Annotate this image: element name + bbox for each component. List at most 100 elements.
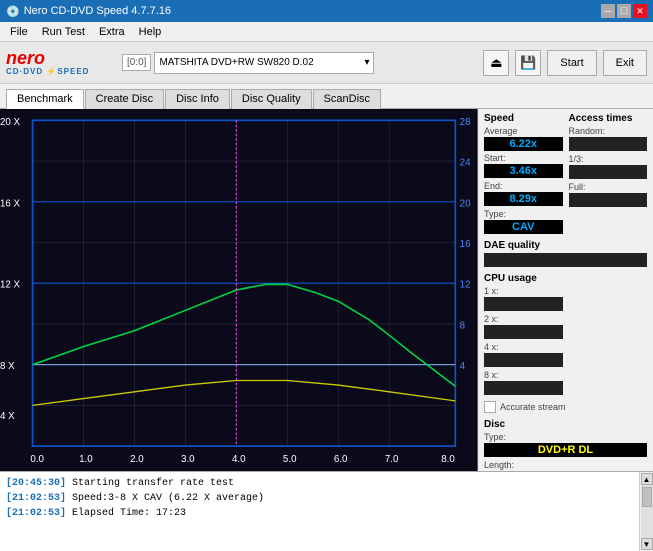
app-icon: 💿 (6, 5, 20, 18)
access-times-section: Access times Random: 1/3: Full: (569, 113, 648, 234)
tab-bar: Benchmark Create Disc Disc Info Disc Qua… (0, 84, 653, 109)
disc-section: Disc Type: DVD+R DL Length: 7.96 GB (484, 419, 647, 471)
save-button[interactable]: 💾 (515, 50, 541, 76)
menu-run-test[interactable]: Run Test (36, 24, 91, 40)
title-bar-left: 💿 Nero CD-DVD Speed 4.7.7.16 (6, 5, 171, 18)
cpu-8x-label: 8 x: (484, 370, 499, 380)
svg-text:20: 20 (460, 198, 471, 209)
svg-text:1.0: 1.0 (79, 454, 93, 465)
log-timestamp-2: [21:02:53] (6, 508, 66, 519)
tab-benchmark[interactable]: Benchmark (6, 89, 84, 109)
svg-text:20 X: 20 X (0, 117, 20, 128)
cpu-title: CPU usage (484, 273, 563, 284)
menu-extra[interactable]: Extra (93, 24, 131, 40)
tab-create-disc[interactable]: Create Disc (85, 89, 164, 109)
full-value (569, 193, 648, 207)
cpu-section: CPU usage 1 x: 2 x: 4 x: 8 x: (484, 273, 563, 395)
menu-bar: File Run Test Extra Help (0, 22, 653, 42)
log-scrollbar[interactable]: ▲ ▼ (639, 472, 653, 551)
svg-text:8.0: 8.0 (441, 454, 455, 465)
menu-help[interactable]: Help (133, 24, 168, 40)
speed-title: Speed (484, 113, 563, 124)
svg-text:12: 12 (460, 280, 471, 291)
svg-text:0.0: 0.0 (30, 454, 44, 465)
log-message-1: Speed:3-8 X CAV (6.22 X average) (72, 493, 264, 504)
minimize-button[interactable]: ─ (601, 4, 615, 18)
title-bar-controls: ─ ☐ ✕ (601, 4, 647, 18)
svg-text:2.0: 2.0 (130, 454, 144, 465)
cpu-4x-value (484, 353, 563, 367)
disc-title: Disc (484, 419, 647, 430)
log-entry-1: [21:02:53] Speed:3-8 X CAV (6.22 X avera… (6, 491, 629, 506)
tab-disc-quality[interactable]: Disc Quality (231, 89, 312, 109)
svg-text:4 X: 4 X (0, 411, 15, 422)
exit-button[interactable]: Exit (603, 50, 647, 76)
tab-scan-disc[interactable]: ScanDisc (313, 89, 381, 109)
start-button[interactable]: Start (547, 50, 596, 76)
accurate-stream-checkbox[interactable] (484, 401, 496, 413)
maximize-button[interactable]: ☐ (617, 4, 631, 18)
accurate-stream-label: Accurate stream (500, 402, 566, 412)
log-message-2: Elapsed Time: 17:23 (72, 508, 186, 519)
log-content: [20:45:30] Starting transfer rate test [… (0, 472, 635, 551)
log-area: [20:45:30] Starting transfer rate test [… (0, 471, 653, 551)
svg-text:28: 28 (460, 117, 471, 128)
svg-text:3.0: 3.0 (181, 454, 195, 465)
onethird-label: 1/3: (569, 154, 584, 164)
log-entry-0: [20:45:30] Starting transfer rate test (6, 476, 629, 491)
close-button[interactable]: ✕ (633, 4, 647, 18)
svg-text:16 X: 16 X (0, 198, 20, 209)
scrollbar-thumb[interactable] (642, 487, 652, 507)
svg-text:5.0: 5.0 (283, 454, 297, 465)
scrollbar-down[interactable]: ▼ (641, 538, 653, 550)
logo-area: nero CD·DVD ⚡SPEED (6, 49, 116, 76)
cpu-2x-value (484, 325, 563, 339)
onethird-value (569, 165, 648, 179)
disc-type-value: DVD+R DL (484, 443, 647, 457)
cpu-2x-label: 2 x: (484, 314, 499, 324)
start-label: Start: (484, 153, 506, 163)
disc-type-label: Type: (484, 432, 647, 442)
chart-svg: 20 X 16 X 12 X 8 X 4 X 28 24 20 16 12 8 … (0, 109, 477, 471)
svg-text:12 X: 12 X (0, 280, 20, 291)
access-times-title: Access times (569, 113, 648, 124)
tab-disc-info[interactable]: Disc Info (165, 89, 230, 109)
app-title: Nero CD-DVD Speed 4.7.7.16 (24, 5, 171, 17)
drive-name: MATSHITA DVD+RW SW820 D.02 (159, 57, 313, 68)
cpu-8x-value (484, 381, 563, 395)
right-panel: Speed Average 6.22x Start: 3.46x End: 8.… (478, 109, 653, 471)
chart-area: 20 X 16 X 12 X 8 X 4 X 28 24 20 16 12 8 … (0, 109, 478, 471)
svg-text:16: 16 (460, 239, 471, 250)
svg-text:4: 4 (460, 361, 466, 372)
log-timestamp-1: [21:02:53] (6, 493, 66, 504)
combo-arrow: ▾ (364, 57, 369, 68)
empty-col (569, 273, 648, 395)
scrollbar-up[interactable]: ▲ (641, 473, 653, 485)
eject-button[interactable]: ⏏ (483, 50, 509, 76)
svg-text:7.0: 7.0 (385, 454, 399, 465)
log-message-0: Starting transfer rate test (72, 478, 234, 489)
log-timestamp-0: [20:45:30] (6, 478, 66, 489)
disc-length-label: Length: (484, 460, 514, 470)
cpu-1x-label: 1 x: (484, 286, 563, 296)
logo-nero: nero (6, 49, 45, 67)
type-value: CAV (484, 220, 563, 234)
title-bar: 💿 Nero CD-DVD Speed 4.7.7.16 ─ ☐ ✕ (0, 0, 653, 22)
drive-address: [0:0] (122, 54, 151, 71)
dae-section: DAE quality (484, 240, 647, 267)
dae-value (484, 253, 647, 267)
drive-combo[interactable]: MATSHITA DVD+RW SW820 D.02 ▾ (154, 52, 374, 74)
svg-text:8 X: 8 X (0, 361, 15, 372)
average-label: Average (484, 126, 563, 136)
svg-text:6.0: 6.0 (334, 454, 348, 465)
random-label: Random: (569, 126, 648, 136)
accurate-stream-row: Accurate stream (484, 401, 647, 413)
logo-sub: CD·DVD ⚡SPEED (6, 67, 89, 76)
svg-text:24: 24 (460, 157, 471, 168)
menu-file[interactable]: File (4, 24, 34, 40)
end-value: 8.29x (484, 192, 563, 206)
svg-text:8: 8 (460, 320, 466, 331)
main-content: 20 X 16 X 12 X 8 X 4 X 28 24 20 16 12 8 … (0, 109, 653, 471)
average-value: 6.22x (484, 137, 563, 151)
scrollbar-track (641, 485, 653, 538)
